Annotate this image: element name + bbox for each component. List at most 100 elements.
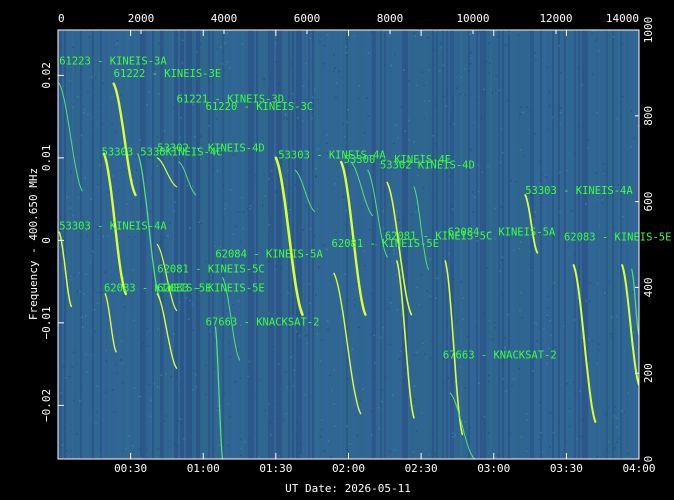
noise-speckle: [398, 358, 401, 361]
noise-speckle: [97, 183, 99, 186]
noise-speckle: [275, 42, 277, 45]
noise-column: [84, 30, 86, 459]
noise-speckle: [471, 57, 473, 60]
noise-column: [634, 30, 636, 459]
noise-speckle: [215, 118, 218, 120]
noise-speckle: [72, 214, 74, 217]
x-tick-label: 03:00: [477, 462, 510, 475]
noise-speckle: [393, 252, 396, 255]
noise-column: [566, 30, 568, 459]
noise-column: [90, 30, 92, 459]
noise-speckle: [305, 62, 307, 65]
x-tick-label: 04:00: [622, 462, 655, 475]
noise-speckle: [388, 251, 391, 253]
noise-speckle: [133, 387, 135, 389]
noise-speckle: [82, 293, 85, 295]
noise-speckle: [95, 422, 97, 425]
x-axis-label: UT Date: 2026-05-11: [285, 482, 411, 495]
noise-speckle: [79, 161, 82, 164]
noise-speckle: [485, 61, 488, 63]
y-tick-label: 0.01: [40, 145, 53, 172]
noise-speckle: [83, 108, 86, 111]
noise-speckle: [163, 420, 166, 422]
noise-speckle: [223, 392, 225, 395]
noise-column: [514, 30, 516, 459]
noise-column: [318, 30, 320, 459]
noise-speckle: [333, 403, 336, 405]
top-tick-label: 2000: [128, 12, 155, 25]
noise-column: [82, 30, 84, 459]
noise-speckle: [420, 273, 423, 276]
noise-column: [314, 30, 316, 459]
noise-column: [554, 30, 556, 459]
noise-speckle: [471, 191, 474, 193]
noise-column: [114, 30, 116, 459]
noise-speckle: [489, 62, 491, 65]
noise-speckle: [596, 199, 599, 201]
noise-speckle: [194, 135, 196, 138]
noise-speckle: [464, 94, 467, 96]
noise-speckle: [111, 389, 114, 391]
noise-speckle: [444, 105, 447, 107]
noise-column: [486, 30, 488, 459]
noise-speckle: [208, 124, 210, 127]
noise-column: [92, 30, 94, 459]
noise-speckle: [423, 84, 425, 87]
noise-speckle: [390, 302, 392, 304]
noise-speckle: [90, 198, 92, 201]
noise-column: [316, 30, 318, 459]
noise-speckle: [163, 236, 166, 238]
noise-speckle: [188, 185, 190, 188]
noise-column: [468, 30, 470, 459]
noise-speckle: [96, 385, 98, 387]
noise-speckle: [122, 168, 125, 171]
noise-speckle: [278, 83, 280, 85]
noise-speckle: [559, 210, 561, 213]
noise-speckle: [532, 370, 534, 372]
noise-speckle: [192, 185, 194, 188]
noise-column: [584, 30, 586, 459]
noise-speckle: [494, 327, 497, 329]
noise-column: [296, 30, 298, 459]
satellite-label: 53303 - KINEIS-4A: [59, 221, 167, 233]
noise-column: [502, 30, 504, 459]
noise-column: [570, 30, 572, 459]
noise-speckle: [314, 167, 317, 170]
noise-speckle: [282, 418, 285, 421]
noise-speckle: [229, 67, 231, 69]
noise-speckle: [387, 307, 390, 310]
noise-speckle: [80, 134, 83, 137]
noise-speckle: [116, 40, 119, 42]
noise-speckle: [442, 64, 445, 67]
noise-speckle: [254, 174, 257, 177]
noise-speckle: [483, 88, 485, 91]
noise-speckle: [141, 47, 143, 49]
noise-speckle: [131, 280, 133, 282]
noise-speckle: [534, 52, 537, 54]
noise-speckle: [598, 49, 600, 52]
noise-column: [328, 30, 330, 459]
noise-column: [142, 30, 144, 459]
noise-speckle: [325, 248, 327, 250]
noise-speckle: [327, 440, 330, 442]
noise-speckle: [116, 372, 118, 374]
noise-speckle: [426, 290, 428, 292]
noise-speckle: [270, 170, 273, 172]
noise-speckle: [121, 362, 124, 365]
noise-speckle: [163, 130, 166, 132]
noise-speckle: [264, 409, 267, 412]
noise-speckle: [440, 42, 442, 45]
noise-speckle: [255, 396, 258, 399]
noise-column: [146, 30, 148, 459]
noise-speckle: [79, 388, 81, 390]
noise-speckle: [591, 73, 594, 76]
noise-speckle: [99, 448, 102, 450]
noise-speckle: [208, 80, 210, 83]
noise-column: [512, 30, 514, 459]
noise-speckle: [187, 318, 190, 321]
noise-speckle: [195, 386, 197, 388]
noise-speckle: [135, 169, 138, 171]
noise-speckle: [66, 196, 68, 199]
noise-speckle: [300, 443, 302, 445]
noise-speckle: [121, 382, 124, 384]
